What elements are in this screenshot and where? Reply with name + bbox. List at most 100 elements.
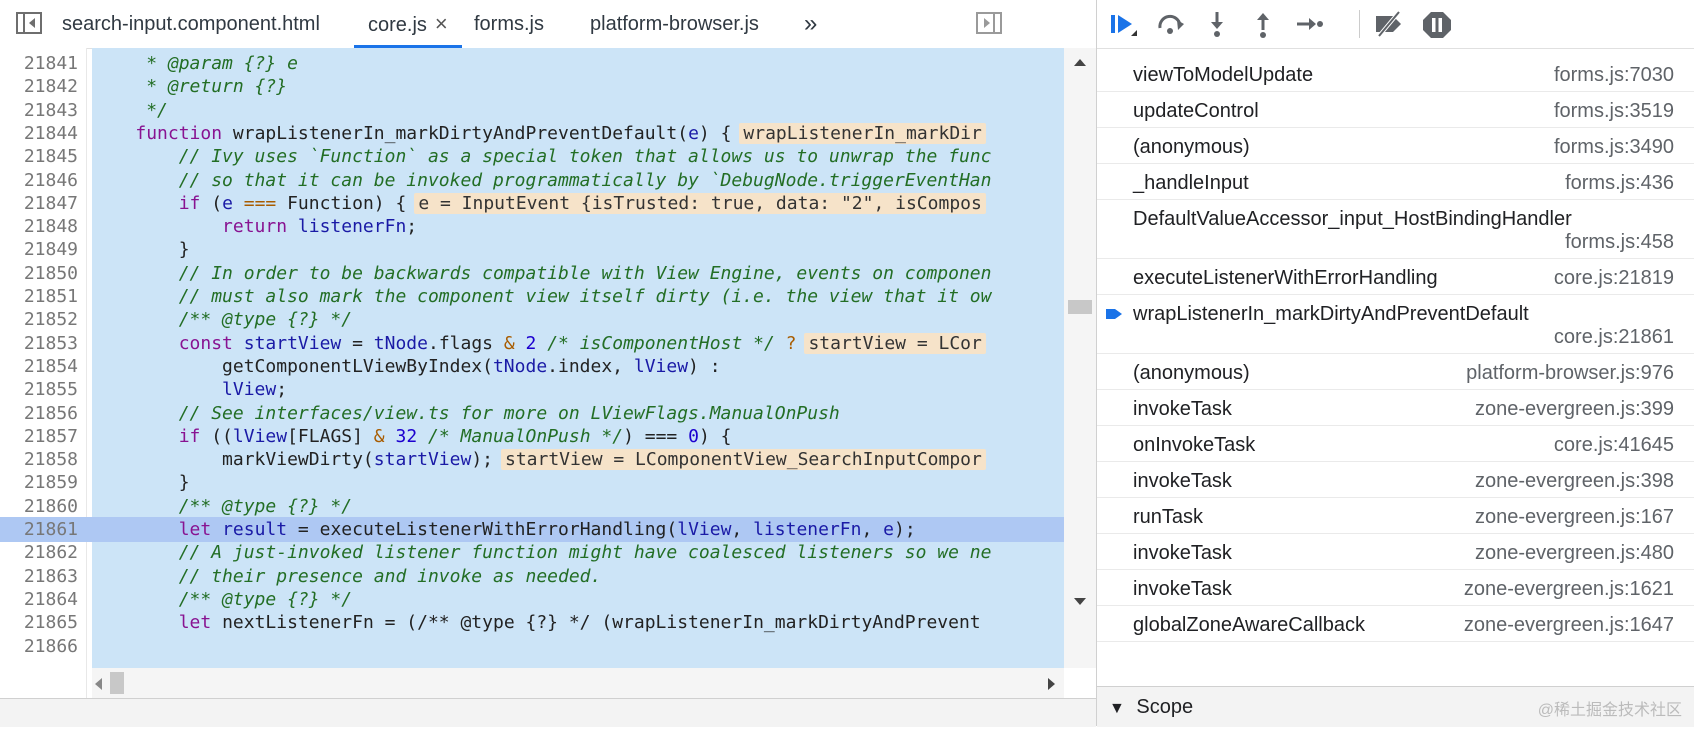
line-number[interactable]: 21850 (0, 261, 78, 286)
code-line[interactable]: 21841 * @param {?} e (0, 51, 1064, 76)
scroll-down-icon[interactable] (1072, 596, 1088, 608)
scroll-left-icon[interactable] (92, 676, 104, 692)
tab-platform-browser-js[interactable]: platform-browser.js (590, 0, 759, 48)
call-frame-current[interactable]: wrapListenerIn_markDirtyAndPreventDefaul… (1097, 295, 1694, 354)
step-over-icon[interactable] (1153, 8, 1189, 40)
frame-location-link[interactable]: forms.js:436 (1565, 172, 1674, 195)
call-frame[interactable]: DefaultValueAccessor_input_HostBindingHa… (1097, 200, 1694, 259)
frame-location-link[interactable]: forms.js:458 (1565, 231, 1674, 254)
line-number[interactable]: 21860 (0, 494, 78, 519)
code-line[interactable]: 21843 */ (0, 98, 1064, 123)
line-number[interactable]: 21842 (0, 74, 78, 99)
code-line[interactable]: 21857 if ((lView[FLAGS] & 32 /* ManualOn… (0, 424, 1064, 449)
pause-on-exceptions-icon[interactable] (1419, 8, 1455, 40)
frame-location-link[interactable]: zone-evergreen.js:1621 (1464, 578, 1674, 601)
code-line[interactable]: 21853 const startView = tNode.flags & 2 … (0, 331, 1064, 356)
line-number[interactable]: 21853 (0, 331, 78, 356)
toggle-navigator-icon[interactable] (16, 12, 42, 34)
call-frame[interactable]: (anonymous) platform-browser.js:976 (1097, 354, 1694, 390)
line-number[interactable]: 21844 (0, 121, 78, 146)
line-number[interactable]: 21856 (0, 401, 78, 426)
call-frame[interactable]: viewToModelUpdate forms.js:7030 (1097, 56, 1694, 92)
line-number[interactable]: 21865 (0, 610, 78, 635)
scroll-up-icon[interactable] (1072, 56, 1088, 68)
line-number[interactable]: 21855 (0, 377, 78, 402)
code-line[interactable]: 21859 } (0, 470, 1064, 495)
code-line-current[interactable]: 21861 let result = executeListenerWithEr… (0, 517, 1064, 542)
code-line[interactable]: 21854 getComponentLViewByIndex(tNode.ind… (0, 354, 1064, 379)
call-frame[interactable]: invokeTask zone-evergreen.js:1621 (1097, 570, 1694, 606)
line-number[interactable]: 21859 (0, 470, 78, 495)
frame-location-link[interactable]: core.js:21819 (1554, 267, 1674, 290)
frame-location-link[interactable]: core.js:41645 (1554, 434, 1674, 457)
line-number[interactable]: 21848 (0, 214, 78, 239)
frame-location-link[interactable]: zone-evergreen.js:480 (1475, 542, 1674, 565)
line-number[interactable]: 21852 (0, 307, 78, 332)
toggle-debugger-icon[interactable] (976, 12, 1002, 34)
call-frame[interactable]: globalZoneAwareCallback zone-evergreen.js… (1097, 606, 1694, 642)
line-number[interactable]: 21851 (0, 284, 78, 309)
call-frame[interactable]: updateControl forms.js:3519 (1097, 92, 1694, 128)
code-line[interactable]: 21856 // See interfaces/view.ts for more… (0, 401, 1064, 426)
step-out-icon[interactable] (1245, 8, 1281, 40)
line-number[interactable]: 21858 (0, 447, 78, 472)
code-line[interactable]: 21849 } (0, 237, 1064, 262)
deactivate-breakpoints-icon[interactable] (1371, 8, 1407, 40)
call-frame[interactable]: invokeTask zone-evergreen.js:399 (1097, 390, 1694, 426)
call-frame[interactable]: invokeTask zone-evergreen.js:480 (1097, 534, 1694, 570)
call-frame[interactable]: invokeTask zone-evergreen.js:398 (1097, 462, 1694, 498)
code-line[interactable]: 21842 * @return {?} (0, 74, 1064, 99)
frame-location-link[interactable]: platform-browser.js:976 (1466, 362, 1674, 385)
code-line[interactable]: 21864 /** @type {?} */ (0, 587, 1064, 612)
line-number[interactable]: 21845 (0, 144, 78, 169)
frame-location-link[interactable]: zone-evergreen.js:398 (1475, 470, 1674, 493)
step-icon[interactable] (1291, 8, 1327, 40)
line-number[interactable]: 21863 (0, 564, 78, 589)
code-editor[interactable]: 21841 * @param {?} e 21842 * @return {?} 2… (0, 48, 1096, 698)
call-frame[interactable]: (anonymous) forms.js:3490 (1097, 128, 1694, 164)
line-number[interactable]: 21847 (0, 191, 78, 216)
frame-location-link[interactable]: forms.js:3490 (1554, 136, 1674, 159)
frame-location-link[interactable]: core.js:21861 (1554, 326, 1674, 349)
code-line[interactable]: 21855 lView; (0, 377, 1064, 402)
horizontal-scrollbar[interactable] (92, 668, 1064, 698)
code-line[interactable]: 21858 markViewDirty(startView); startView… (0, 447, 1064, 472)
frame-location-link[interactable]: zone-evergreen.js:167 (1475, 506, 1674, 529)
call-frame[interactable]: executeListenerWithErrorHandling core.js:… (1097, 259, 1694, 295)
line-number[interactable]: 21864 (0, 587, 78, 612)
code-line[interactable]: 21852 /** @type {?} */ (0, 307, 1064, 332)
code-line[interactable]: 21850 // In order to be backwards compat… (0, 261, 1064, 286)
code-line[interactable]: 21862 // A just-invoked listener functio… (0, 540, 1064, 565)
code-line[interactable]: 21851 // must also mark the component vi… (0, 284, 1064, 309)
call-frame[interactable]: runTask zone-evergreen.js:167 (1097, 498, 1694, 534)
tab-forms-js[interactable]: forms.js (474, 0, 544, 48)
line-number[interactable]: 21861 (0, 517, 78, 542)
frame-location-link[interactable]: zone-evergreen.js:1647 (1464, 614, 1674, 637)
line-number[interactable]: 21841 (0, 51, 78, 76)
call-frame[interactable]: _handleInput forms.js:436 (1097, 164, 1694, 200)
code-line[interactable]: 21863 // their presence and invoke as ne… (0, 564, 1064, 589)
code-line[interactable]: 21865 let nextListenerFn = (/** @type {?… (0, 610, 1064, 635)
tab-core-js[interactable]: core.js × (354, 0, 462, 48)
vertical-scrollbar[interactable] (1064, 48, 1096, 668)
code-line[interactable]: 21845 // Ivy uses `Function` as a specia… (0, 144, 1064, 169)
frame-location-link[interactable]: zone-evergreen.js:399 (1475, 398, 1674, 421)
code-line[interactable]: 21844 function wrapListenerIn_markDirtyA… (0, 121, 1064, 146)
code-line[interactable]: 21848 return listenerFn; (0, 214, 1064, 239)
resume-icon[interactable] (1105, 8, 1141, 40)
hscroll-thumb[interactable] (110, 672, 124, 694)
scroll-right-icon[interactable] (1046, 676, 1058, 692)
code-line[interactable]: 21866 (0, 634, 1064, 659)
line-number[interactable]: 21846 (0, 168, 78, 193)
scrollbar-thumb[interactable] (1068, 300, 1092, 314)
code-line[interactable]: 21846 // so that it can be invoked progr… (0, 168, 1064, 193)
line-number[interactable]: 21862 (0, 540, 78, 565)
step-into-icon[interactable] (1199, 8, 1235, 40)
code-line[interactable]: 21860 /** @type {?} */ (0, 494, 1064, 519)
line-number[interactable]: 21843 (0, 98, 78, 123)
line-number[interactable]: 21857 (0, 424, 78, 449)
call-frame[interactable]: onInvokeTask core.js:41645 (1097, 426, 1694, 462)
more-tabs-icon[interactable]: » (804, 0, 817, 48)
code-line[interactable]: 21847 if (e === Function) {e = InputEven… (0, 191, 1064, 216)
frame-location-link[interactable]: forms.js:3519 (1554, 100, 1674, 123)
